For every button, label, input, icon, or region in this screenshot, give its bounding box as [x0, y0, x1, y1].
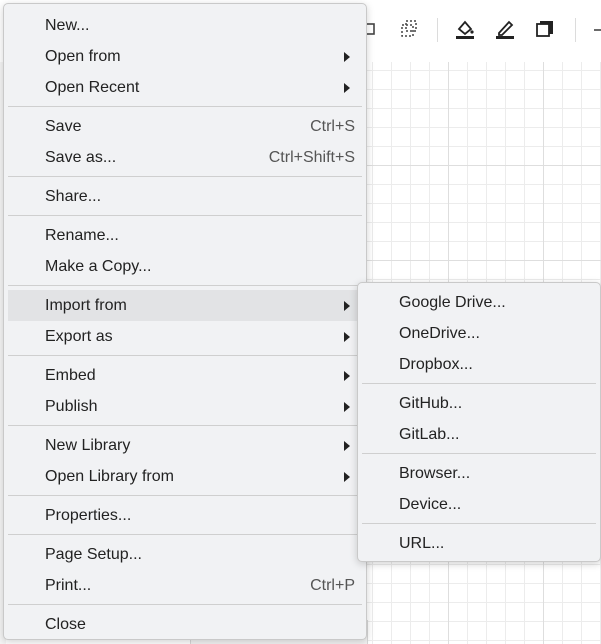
menu-item-label: Export as [45, 328, 113, 345]
menu-item-save[interactable]: Save Ctrl+S [4, 111, 366, 142]
submenu-item-dropbox[interactable]: Dropbox... [358, 349, 600, 380]
menu-divider [8, 495, 362, 496]
menu-item-rename[interactable]: Rename... [4, 220, 366, 251]
line-color-icon[interactable] [494, 18, 516, 40]
submenu-item-device[interactable]: Device... [358, 489, 600, 520]
menu-divider [362, 383, 596, 384]
menu-item-label: Open Library from [45, 468, 174, 485]
menu-item-label: Embed [45, 367, 96, 384]
submenu-item-label: GitHub... [399, 395, 463, 412]
submenu-arrow-icon [344, 441, 350, 451]
menu-item-label: Share... [45, 188, 102, 205]
menu-item-close[interactable]: Close [4, 609, 366, 640]
submenu-item-url[interactable]: URL... [358, 528, 600, 559]
menu-item-open-library-from[interactable]: Open Library from [4, 461, 366, 492]
menu-divider [8, 425, 362, 426]
submenu-item-label: Browser... [399, 465, 471, 482]
menu-item-label: Print... [45, 577, 92, 594]
submenu-item-label: Google Drive... [399, 294, 506, 311]
submenu-item-label: GitLab... [399, 426, 460, 443]
menu-item-label: New... [45, 17, 90, 34]
menu-item-new[interactable]: New... [4, 10, 366, 41]
menu-item-label: Import from [45, 297, 127, 314]
menu-item-shortcut: Ctrl+Shift+S [268, 149, 355, 166]
menu-item-share[interactable]: Share... [4, 181, 366, 212]
menu-divider [8, 285, 362, 286]
submenu-item-github[interactable]: GitHub... [358, 388, 600, 419]
submenu-item-onedrive[interactable]: OneDrive... [358, 318, 600, 349]
menu-divider [362, 453, 596, 454]
menu-divider [8, 355, 362, 356]
fill-color-icon[interactable] [454, 18, 476, 40]
menu-item-properties[interactable]: Properties... [4, 500, 366, 531]
submenu-item-label: Dropbox... [399, 356, 473, 373]
menu-item-import-from[interactable]: Import from [8, 290, 362, 321]
menu-item-shortcut: Ctrl+P [310, 577, 355, 594]
submenu-item-browser[interactable]: Browser... [358, 458, 600, 489]
menu-divider [8, 534, 362, 535]
menu-item-label: Make a Copy... [45, 258, 152, 275]
menu-divider [8, 176, 362, 177]
menu-item-open-from[interactable]: Open from [4, 41, 366, 72]
submenu-arrow-icon [344, 52, 350, 62]
submenu-arrow-icon [344, 83, 350, 93]
submenu-item-label: OneDrive... [399, 325, 480, 342]
menu-item-label: Save as... [45, 149, 117, 166]
menu-divider [8, 215, 362, 216]
menu-divider [8, 106, 362, 107]
more-icon[interactable] [588, 18, 601, 40]
submenu-item-google-drive[interactable]: Google Drive... [358, 287, 600, 318]
menu-item-label: Open from [45, 48, 121, 65]
submenu-arrow-icon [344, 332, 350, 342]
submenu-arrow-icon [344, 371, 350, 381]
menu-item-save-as[interactable]: Save as... Ctrl+Shift+S [4, 142, 366, 173]
import-from-submenu: Google Drive... OneDrive... Dropbox... GitH… [357, 282, 601, 562]
submenu-item-gitlab[interactable]: GitLab... [358, 419, 600, 450]
menu-item-label: Close [45, 616, 86, 633]
menu-divider [8, 604, 362, 605]
submenu-item-label: URL... [399, 535, 445, 552]
submenu-arrow-icon [344, 301, 350, 311]
menu-item-new-library[interactable]: New Library [4, 430, 366, 461]
menu-item-print[interactable]: Print... Ctrl+P [4, 570, 366, 601]
menu-item-label: Publish [45, 398, 98, 415]
menu-item-shortcut: Ctrl+S [310, 118, 355, 135]
menu-item-label: New Library [45, 437, 131, 454]
menu-item-label: Page Setup... [45, 546, 142, 563]
app-window: New... Open from Open Recent Save Ctrl+S Save… [0, 0, 601, 644]
submenu-arrow-icon [344, 472, 350, 482]
menu-item-embed[interactable]: Embed [4, 360, 366, 391]
menu-item-label: Save [45, 118, 82, 135]
shadow-icon[interactable] [534, 18, 556, 40]
menu-item-page-setup[interactable]: Page Setup... [4, 539, 366, 570]
submenu-item-label: Device... [399, 496, 462, 513]
menu-item-make-a-copy[interactable]: Make a Copy... [4, 251, 366, 282]
select-region-icon[interactable] [398, 18, 420, 40]
file-menu: New... Open from Open Recent Save Ctrl+S Save… [3, 3, 367, 640]
menu-item-label: Rename... [45, 227, 119, 244]
submenu-arrow-icon [344, 402, 350, 412]
menu-item-publish[interactable]: Publish [4, 391, 366, 422]
menu-item-label: Open Recent [45, 79, 140, 96]
menu-item-open-recent[interactable]: Open Recent [4, 72, 366, 103]
menu-item-label: Properties... [45, 507, 132, 524]
menu-item-export-as[interactable]: Export as [4, 321, 366, 352]
menu-divider [362, 523, 596, 524]
